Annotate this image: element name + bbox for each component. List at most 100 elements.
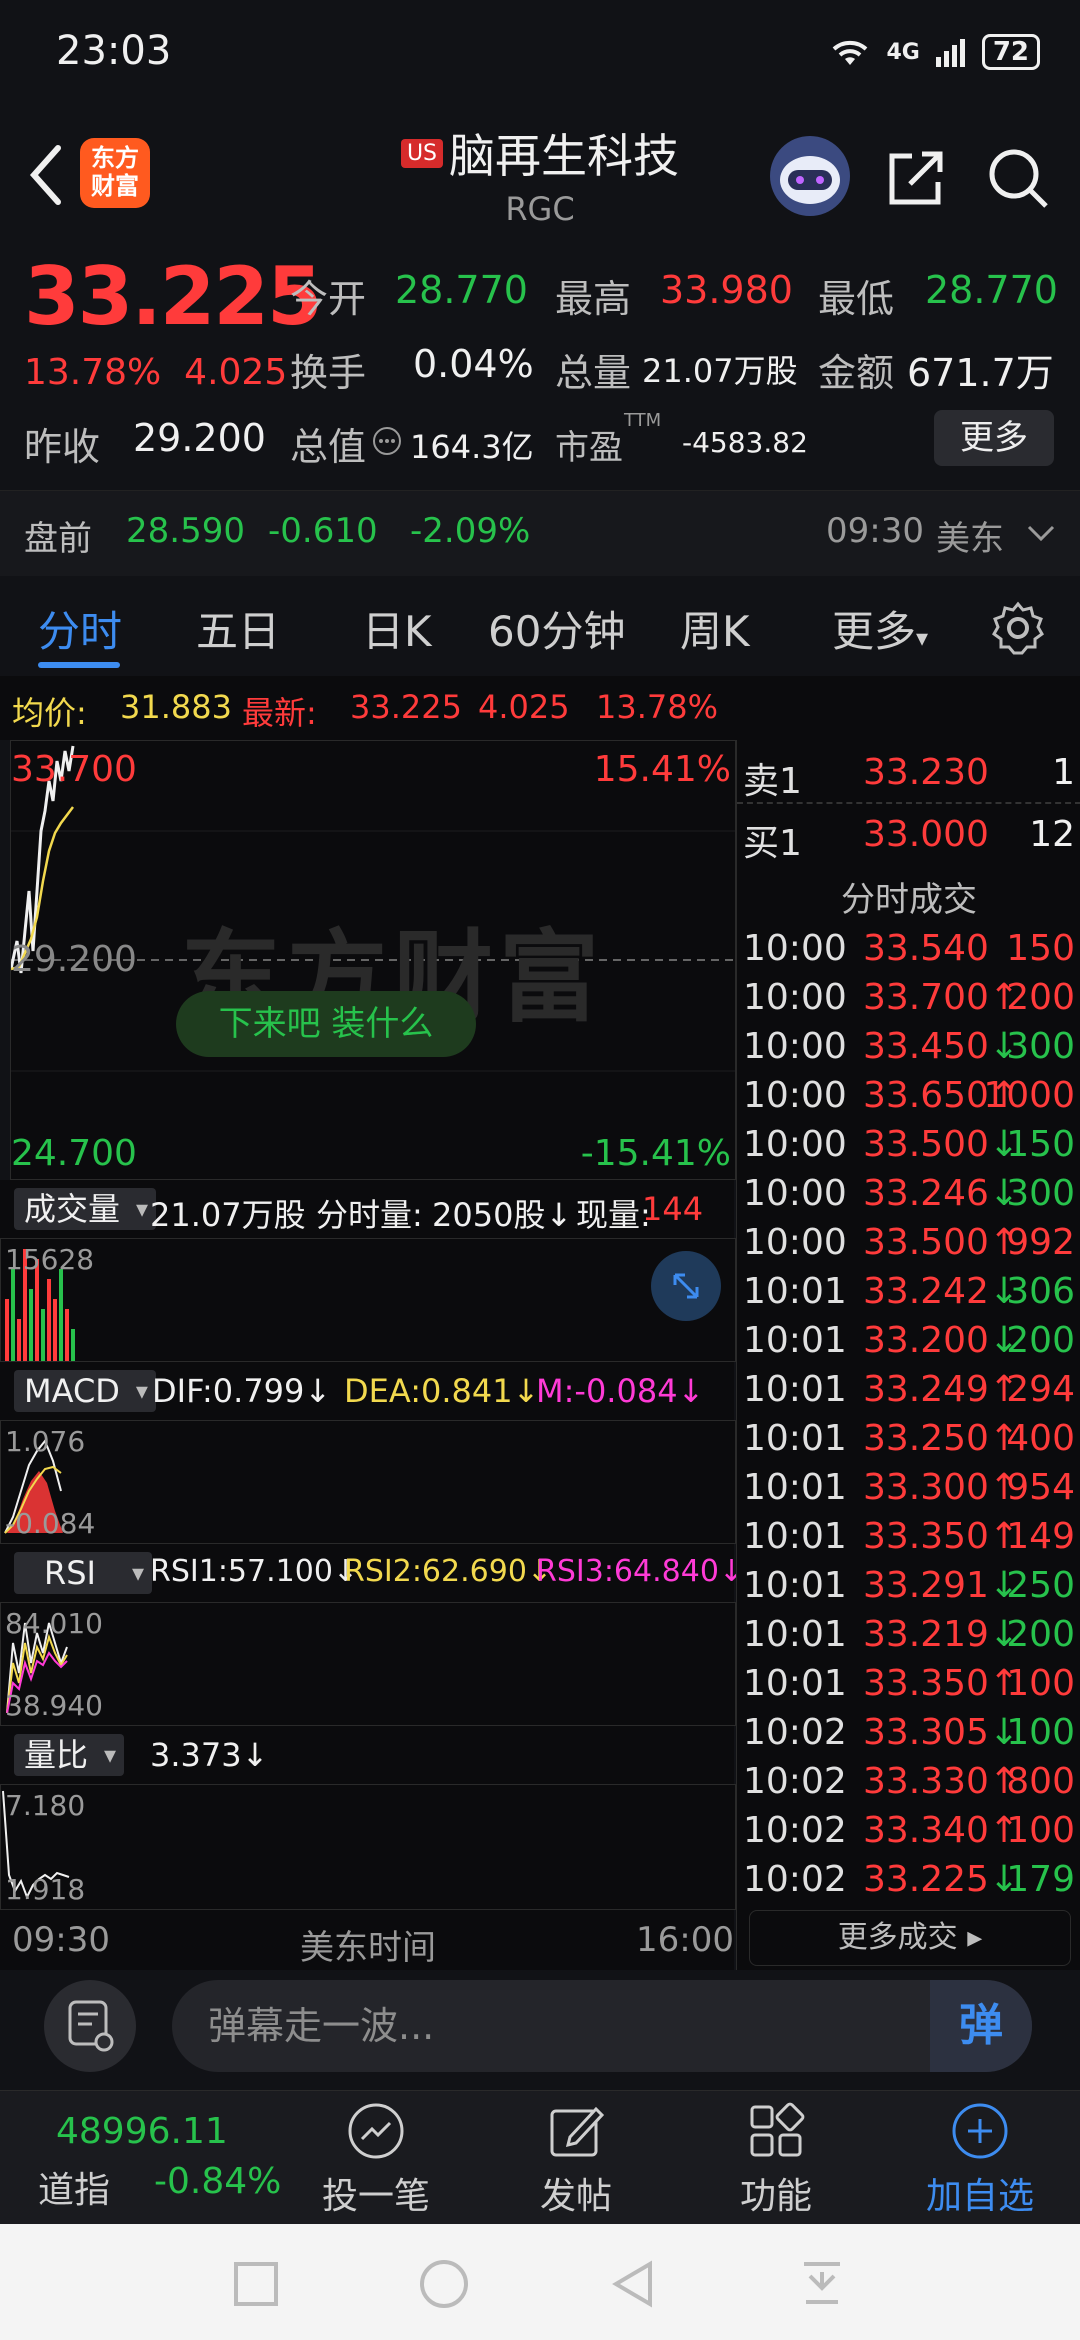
trade-volume: 200 <box>1006 977 1075 1018</box>
tab-weekly-k[interactable]: 周K <box>680 598 750 659</box>
tab-60min[interactable]: 60分钟 <box>488 598 625 659</box>
volume-ratio-chart[interactable]: 7.180 1.918 <box>0 1784 736 1910</box>
time-axis: 09:30 美东时间 16:00 <box>0 1910 734 1970</box>
market-cap-value: 164.3亿 <box>410 428 534 466</box>
trade-price: 33.250↑ <box>863 1418 1020 1459</box>
recent-apps-icon[interactable] <box>232 2260 280 2308</box>
volume-chart[interactable]: 15628 <box>0 1238 736 1362</box>
trade-row: 10:00 33.500↑ 992 <box>737 1222 1080 1271</box>
trade-volume: 200 <box>1006 1320 1075 1361</box>
more-trades-button[interactable]: 更多成交 ▸ <box>749 1910 1071 1966</box>
trade-price: 33.246↓ <box>863 1173 1020 1214</box>
volume-ratio-selector[interactable]: 量比 <box>14 1734 125 1776</box>
macd-axis-bottom: -0.084 <box>5 1507 96 1540</box>
trade-row: 10:00 33.500↓ 150 <box>737 1124 1080 1173</box>
system-nav-bar <box>0 2224 1080 2340</box>
volume-selector[interactable]: 成交量 <box>14 1188 157 1230</box>
macd-chart[interactable]: 1.076 -0.084 <box>0 1420 736 1544</box>
tab-daily-k[interactable]: 日K <box>362 598 432 659</box>
latest-label: 最新: <box>242 694 317 732</box>
trade-row: 10:00 33.700↑ 200 <box>737 977 1080 1026</box>
trade-volume: 250 <box>1006 1565 1075 1606</box>
search-icon[interactable] <box>986 146 1050 210</box>
trade-price: 33.500↑ <box>863 1222 1020 1263</box>
trade-volume: 200 <box>1006 1614 1075 1655</box>
comment-settings-icon <box>68 2000 114 2052</box>
plus-circle-icon <box>952 2103 1008 2159</box>
volume-ratio-axis-top: 7.180 <box>5 1789 86 1822</box>
rsi-chart[interactable]: 84.010 38.940 <box>0 1602 736 1726</box>
trade-price: 33.350↑ <box>863 1663 1020 1704</box>
trade-row: 10:02 33.340↑ 100 <box>737 1810 1080 1859</box>
turnover-label: 换手 <box>290 351 367 395</box>
share-icon[interactable] <box>884 146 948 210</box>
trade-volume: 100 <box>1006 1663 1075 1704</box>
trade-volume: 150 <box>1006 1124 1075 1165</box>
ask-row: 卖1 33.230 1 <box>737 752 1080 802</box>
notification-down-icon[interactable] <box>796 2258 848 2310</box>
invest-button[interactable]: 投一笔 <box>286 2101 466 2219</box>
trade-volume: 306 <box>1006 1271 1075 1312</box>
trade-row: 10:00 33.650↑ 1000 <box>737 1075 1080 1124</box>
tab-five-day[interactable]: 五日 <box>196 598 280 659</box>
trade-volume: 954 <box>1006 1467 1075 1508</box>
assistant-robot-icon[interactable] <box>770 136 850 216</box>
time-zone-label: 美东时间 <box>300 1928 436 1968</box>
gear-icon[interactable] <box>990 600 1046 656</box>
trade-price: 33.225↓ <box>863 1859 1020 1900</box>
comment-settings-button[interactable] <box>44 1980 136 2072</box>
order-book-panel: 卖1 33.230 1 买1 33.000 12 分时成交 10:00 33.54… <box>736 740 1080 1970</box>
info-dots-icon[interactable] <box>372 426 402 456</box>
chevron-down-icon[interactable] <box>1026 521 1056 545</box>
expand-chart-button[interactable] <box>651 1251 721 1321</box>
volume-header: 成交量 21.07万股 分时量: 2050股↓ 现量: 144股 <box>0 1180 734 1272</box>
more-quote-button[interactable]: 更多 <box>934 410 1054 466</box>
trade-time: 10:01 <box>743 1271 847 1312</box>
index-name: 道指 <box>38 2170 111 2211</box>
trade-time: 10:01 <box>743 1418 847 1459</box>
danmu-bubble[interactable]: 下来吧 装什么 <box>176 991 476 1057</box>
premarket-bar[interactable]: 盘前 28.590 -0.610 -2.09% 09:30 美东 <box>0 490 1080 578</box>
trade-row: 10:00 33.246↓ 300 <box>737 1173 1080 1222</box>
danmu-toggle-button[interactable]: 弹 <box>930 1980 1032 2072</box>
back-triangle-icon[interactable] <box>608 2258 660 2310</box>
high-label: 最高 <box>555 277 632 321</box>
trade-volume: 800 <box>1006 1761 1075 1802</box>
status-bar: 23:03 4G 72 <box>0 0 1080 110</box>
trade-price: 33.249↑ <box>863 1369 1020 1410</box>
volume-axis-top: 15628 <box>5 1243 95 1276</box>
home-icon[interactable] <box>418 2258 470 2310</box>
expand-icon <box>673 1273 699 1299</box>
add-watchlist-button[interactable]: 加自选 <box>890 2101 1070 2219</box>
intraday-chart[interactable]: 东方财富 下来吧 装什么 33.700 29.200 24.700 15.41%… <box>10 740 736 1180</box>
trade-price: 33.200↓ <box>863 1320 1020 1361</box>
trade-volume: 100 <box>1006 1712 1075 1753</box>
last-price: 33.225 <box>24 250 323 343</box>
trade-row: 10:01 33.242↓ 306 <box>737 1271 1080 1320</box>
tab-more[interactable]: 更多▾ <box>832 598 928 659</box>
index-widget[interactable]: 48996.11 道指 -0.84% <box>0 2091 290 2225</box>
trade-time: 10:01 <box>743 1516 847 1557</box>
stock-header: 东方 财富 US 脑再生科技 RGC <box>0 110 1080 241</box>
low-label: 最低 <box>818 277 895 321</box>
trade-time: 10:01 <box>743 1565 847 1606</box>
trade-volume: 179 <box>1006 1859 1075 1900</box>
trades-title: 分时成交 <box>841 880 977 920</box>
comment-bar: 弹幕走一波... 弹 <box>0 1970 1080 2090</box>
trade-time: 10:01 <box>743 1369 847 1410</box>
macd-axis-top: 1.076 <box>5 1425 86 1458</box>
functions-button[interactable]: 功能 <box>686 2101 866 2219</box>
trade-volume: 100 <box>1006 1810 1075 1851</box>
pe-label: 市盈 <box>555 428 623 468</box>
tab-intraday[interactable]: 分时 <box>38 598 122 659</box>
danmu-input[interactable]: 弹幕走一波... <box>172 1980 1032 2072</box>
trade-row: 10:00 33.540 150 <box>737 928 1080 977</box>
trade-price: 33.219↓ <box>863 1614 1020 1655</box>
volume-ratio-header: 量比 3.373↓ <box>0 1726 734 1784</box>
trade-time: 10:00 <box>743 1173 847 1214</box>
macd-selector[interactable]: MACD <box>14 1370 156 1412</box>
rsi-selector[interactable]: RSI <box>14 1552 152 1594</box>
market-badge: US <box>400 138 444 168</box>
post-button[interactable]: 发帖 <box>486 2101 666 2219</box>
latest-value: 33.225 <box>350 688 462 726</box>
